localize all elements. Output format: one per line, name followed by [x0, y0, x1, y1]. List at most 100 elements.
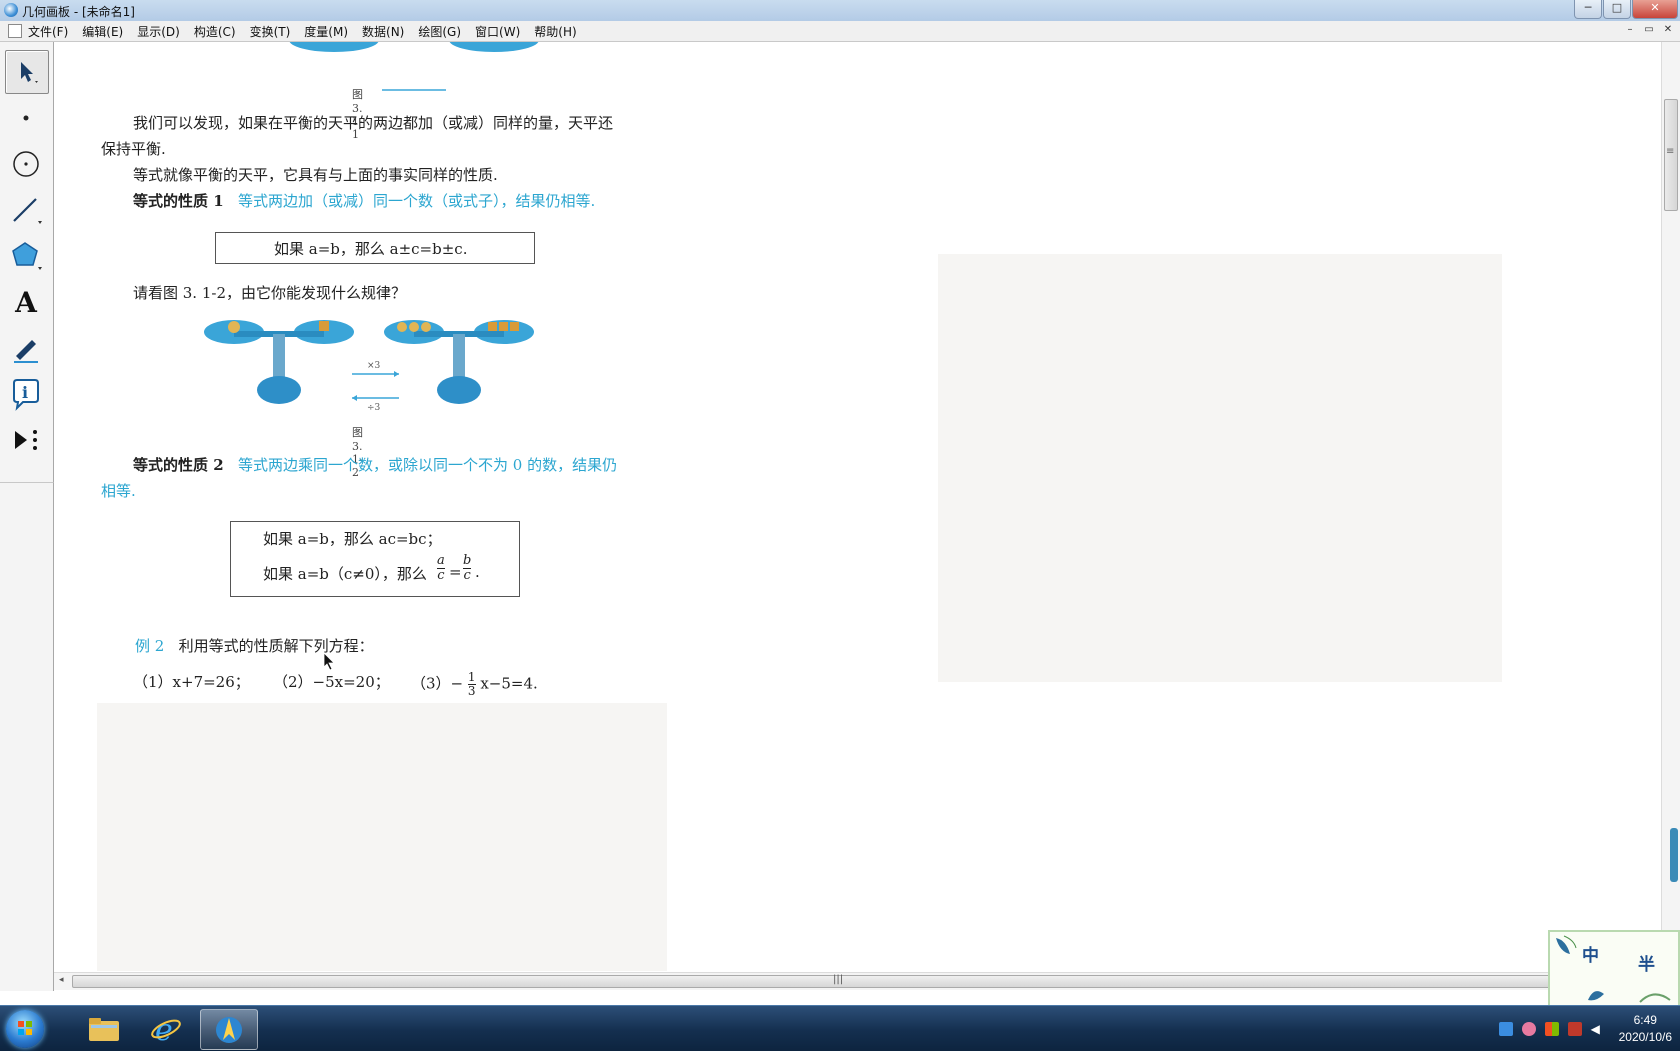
menu-data[interactable]: 数据(N): [362, 23, 404, 40]
paragraph-1-line-2: 保持平衡.: [101, 140, 166, 158]
clock-date: 2020/10/6: [1618, 1029, 1672, 1044]
clock-time: 6:49: [1633, 1012, 1657, 1027]
close-button[interactable]: ✕: [1632, 0, 1678, 19]
arrow-icon: [21, 62, 38, 83]
menu-construct[interactable]: 构造(C): [194, 23, 236, 40]
property-2-line-1: 等式的性质 2 等式两边乘同一个数，或除以同一个不为 0 的数，结果仍: [133, 454, 617, 475]
vertical-scroll-thumb[interactable]: [1664, 99, 1678, 211]
balance-figure-3-1-2: ×3 ÷3: [204, 320, 534, 413]
doc-close-button[interactable]: ✕: [1660, 23, 1676, 37]
circle-icon: [13, 151, 39, 177]
divide-3-label: ÷3: [367, 403, 381, 413]
property-1-label: 等式的性质 1: [133, 192, 224, 210]
toolbox-empty-area: [0, 482, 54, 991]
thumb-grip-icon: |||: [833, 974, 844, 985]
side-edge-tab[interactable]: [1670, 828, 1678, 882]
faded-image-panel-right: [938, 254, 1502, 682]
scroll-left-icon[interactable]: ◂: [59, 975, 64, 985]
property-1-text: 等式两边加（或减）同一个数（或式子），结果仍相等.: [237, 192, 596, 210]
property-2-line-2: 相等.: [101, 482, 136, 500]
menu-measure[interactable]: 度量(M): [304, 23, 348, 40]
menu-window[interactable]: 窗口(W): [475, 23, 520, 40]
taskbar: e ◀ 6:49 2020/10/6: [0, 1005, 1680, 1051]
document-window-controls: – ▭ ✕: [1619, 23, 1676, 37]
marker-tool[interactable]: [5, 327, 47, 369]
property-2-formula-2-prefix: 如果 a=b（c≠0），那么: [263, 565, 427, 583]
mouse-cursor-icon: [323, 652, 335, 671]
polygon-icon: [12, 242, 42, 270]
information-tool[interactable]: i: [5, 373, 47, 415]
left-balance: [204, 320, 354, 404]
example-2-label: 例 2: [135, 637, 165, 655]
example-equation-3-suffix: x−5=4.: [480, 674, 538, 693]
fraction-b-denominator: c: [463, 568, 471, 583]
faded-image-panel-bottom: [97, 703, 667, 971]
equals-sign: =: [449, 563, 462, 581]
paragraph-1-line-1: 我们可以发现，如果在平衡的天平的两边都加（或减）同样的量，天平还: [133, 114, 614, 132]
right-balance: [384, 320, 534, 404]
menu-graph[interactable]: 绘图(G): [418, 23, 461, 40]
menu-edit[interactable]: 编辑(E): [82, 23, 123, 40]
example-2-text: 利用等式的性质解下列方程：: [178, 637, 374, 655]
horizontal-scrollbar[interactable]: ◂ |||: [54, 972, 1662, 990]
document-icon[interactable]: [8, 24, 22, 38]
menu-file[interactable]: 文件(F): [28, 23, 68, 40]
pen-icon: [14, 340, 38, 363]
leaf-decoration-bottom-icon: [1588, 991, 1671, 1003]
text-tool[interactable]: A: [5, 281, 47, 323]
info-icon: i: [13, 379, 39, 411]
floating-badge[interactable]: 中 半: [1548, 930, 1680, 1010]
point-tool[interactable]: [5, 97, 47, 139]
shield-icon[interactable]: [1498, 1021, 1513, 1036]
flower-icon[interactable]: [1521, 1021, 1536, 1036]
one-third-numerator: 1: [467, 670, 476, 685]
doc-restore-button[interactable]: ▭: [1641, 23, 1657, 37]
fraction-a-numerator: a: [437, 553, 445, 569]
horizontal-scroll-thumb[interactable]: |||: [72, 974, 1594, 988]
straightedge-tool[interactable]: [5, 189, 47, 231]
property-1: 等式的性质 1 等式两边加（或减）同一个数（或式子），结果仍相等.: [133, 190, 595, 211]
property-1-box: 如果 a=b，那么 a±c=b±c.: [215, 232, 535, 264]
menu-display[interactable]: 显示(D): [137, 23, 180, 40]
maximize-button[interactable]: □: [1603, 0, 1631, 19]
text-a-icon: A: [15, 285, 37, 319]
arrow-select-tool[interactable]: [5, 50, 49, 94]
example-equation-2: （2）−5x=20；: [273, 673, 390, 691]
start-button[interactable]: [6, 1010, 44, 1048]
doc-minimize-button[interactable]: –: [1622, 23, 1638, 37]
property-2-text: 等式两边乘同一个数，或除以同一个不为 0 的数，结果仍: [237, 456, 618, 474]
example-equation-1: （1）x+7=26；: [133, 673, 250, 691]
compass-tool[interactable]: [5, 143, 47, 185]
flash-icon[interactable]: [1567, 1021, 1582, 1036]
play-more-icon: [15, 430, 37, 450]
property-1-formula: 如果 a=b，那么 a±c=b±c.: [274, 240, 468, 258]
fraction-b-numerator: b: [463, 553, 472, 569]
property-2-label: 等式的性质 2: [133, 456, 224, 474]
taskbar-explorer[interactable]: [76, 1009, 132, 1048]
point-icon: [23, 115, 29, 121]
formula-period: .: [475, 563, 480, 581]
windows-flag-icon[interactable]: [1544, 1021, 1559, 1036]
leaf-decoration-icon: [1556, 935, 1577, 954]
menu-transform[interactable]: 变换(T): [250, 23, 291, 40]
system-tray: ◀ 6:49 2020/10/6: [1490, 1006, 1672, 1051]
minimize-button[interactable]: ─: [1574, 0, 1602, 19]
speaker-muted-icon[interactable]: ◀: [1591, 1022, 1605, 1036]
system-clock[interactable]: 6:49 2020/10/6: [1619, 1012, 1672, 1046]
badge-char-2: 半: [1638, 955, 1655, 975]
custom-tools[interactable]: [5, 419, 47, 461]
svg-text:i: i: [22, 383, 28, 402]
menu-help[interactable]: 帮助(H): [534, 23, 576, 40]
fraction-one-third: 1 3: [467, 670, 476, 698]
ie-icon: e: [151, 1013, 181, 1045]
folder-icon: [89, 1017, 119, 1041]
example-equation-3-prefix: （3）−: [411, 674, 464, 693]
title-bar: 几何画板 - [未命名1] ─ □ ✕: [0, 0, 1680, 22]
window-title: 几何画板 - [未命名1]: [22, 5, 135, 19]
taskbar-internet-explorer[interactable]: e: [138, 1009, 194, 1048]
fraction-b-over-c: b c: [463, 553, 472, 583]
polygon-tool[interactable]: [5, 235, 47, 277]
sketch-canvas[interactable]: 图 3. 1-1 我们可以发现，如果在平衡的天平的两边都加（或减）同样的量，天平…: [54, 42, 1662, 972]
taskbar-geometers-sketchpad[interactable]: [200, 1009, 258, 1050]
fraction-a-denominator: c: [437, 568, 445, 583]
